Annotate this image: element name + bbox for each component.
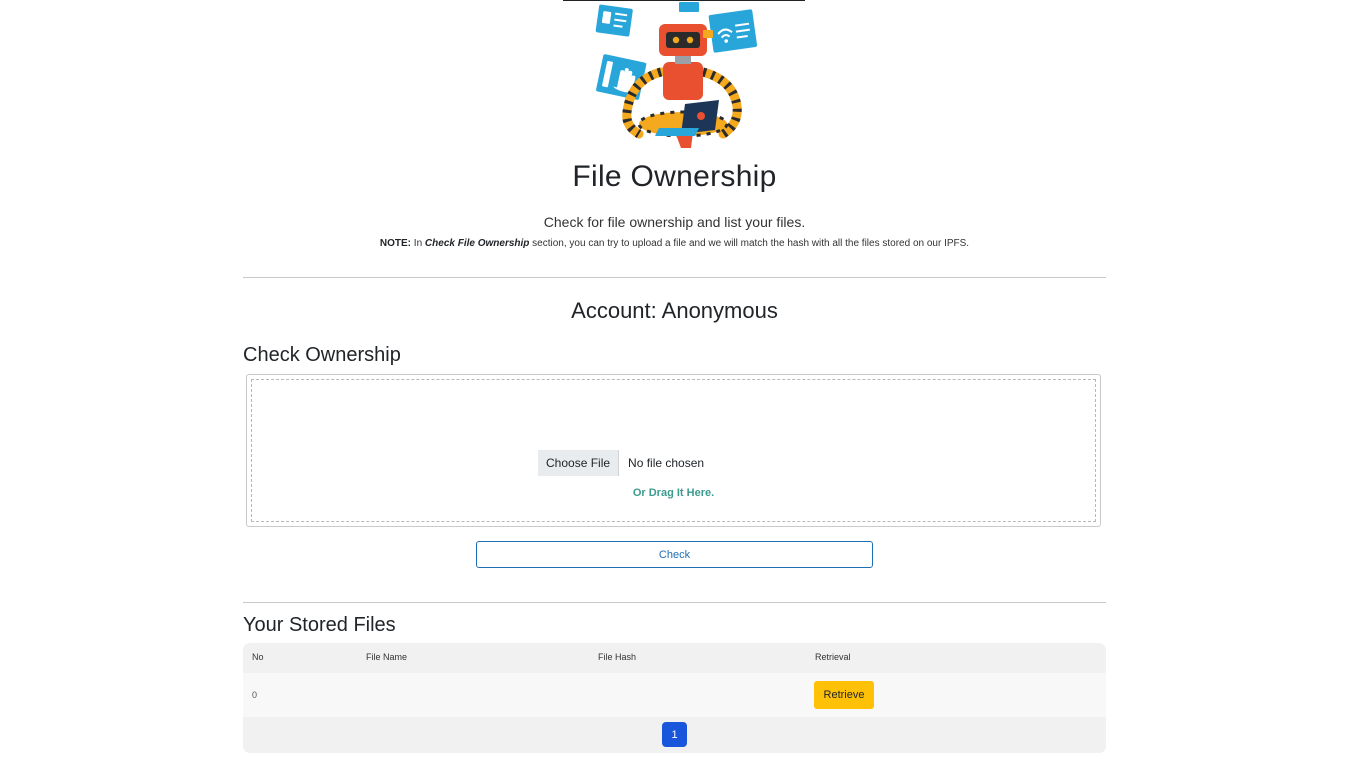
divider — [243, 277, 1106, 278]
pagination-page-1[interactable]: 1 — [662, 722, 687, 747]
file-drop-zone[interactable]: Choose File No file chosen Or Drag It He… — [246, 374, 1101, 527]
stored-files-title: Your Stored Files — [243, 614, 396, 636]
column-header-file-hash: File Hash — [598, 652, 637, 662]
check-ownership-title: Check Ownership — [243, 344, 401, 366]
page-subtitle: Check for file ownership and list your f… — [543, 214, 806, 230]
account-heading: Account: Anonymous — [571, 298, 778, 323]
page-title: File Ownership — [572, 160, 777, 193]
check-button[interactable]: Check — [476, 541, 873, 568]
retrieve-button[interactable]: Retrieve — [814, 681, 874, 709]
column-header-no: No — [252, 652, 264, 662]
note-emphasis: Check File Ownership — [424, 238, 530, 249]
robot-illustration — [563, 0, 805, 148]
drag-hint-text: Or Drag It Here. — [632, 487, 715, 499]
divider — [243, 602, 1106, 603]
column-header-file-name: File Name — [366, 652, 408, 662]
column-header-retrieval: Retrieval — [815, 652, 851, 662]
note-text-pre: In — [411, 238, 425, 249]
note-label: NOTE: — [379, 238, 412, 249]
table-header: No File Name File Hash Retrieval — [243, 643, 1106, 673]
table-row: 0 Retrieve — [243, 673, 1106, 717]
no-file-chosen-text: No file chosen — [628, 456, 705, 470]
stored-files-table: No File Name File Hash Retrieval 0 Retri… — [243, 643, 1106, 753]
choose-file-button[interactable]: Choose File — [538, 450, 620, 476]
cell-no: 0 — [252, 690, 258, 700]
note-text-post: section, you can try to upload a file an… — [529, 238, 970, 249]
file-input[interactable]: Choose File No file chosen — [538, 450, 704, 476]
file-drop-zone-inner[interactable]: Choose File No file chosen Or Drag It He… — [251, 379, 1096, 522]
ownership-note: NOTE: In Check File Ownership section, y… — [243, 238, 1106, 249]
